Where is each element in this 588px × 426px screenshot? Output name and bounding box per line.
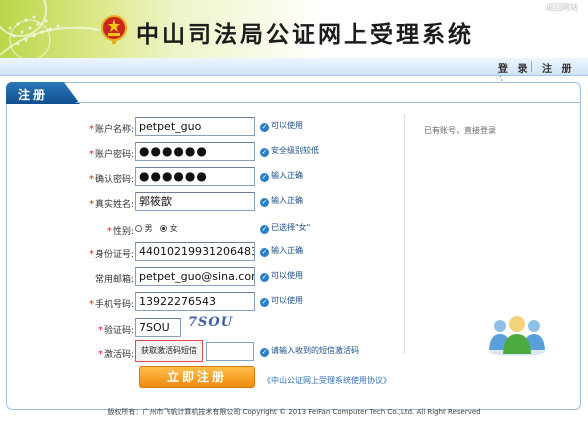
- email-hint: ✓ 可以使用: [260, 271, 303, 282]
- check-icon: ✓: [260, 273, 269, 282]
- account-hint: ✓ 可以使用: [260, 121, 303, 132]
- id-number-input[interactable]: 440102199312064836: [135, 242, 255, 261]
- password-label: *账户密码:: [88, 149, 134, 160]
- confirm-password-hint: ✓ 输入正确: [260, 171, 303, 182]
- form-row-id-number: *身份证号: 440102199312064836 ✓ 输入正确: [0, 242, 588, 264]
- users-icon: [489, 316, 545, 356]
- sms-code-hint: ✓ 请输入收到的短信激活码: [260, 346, 359, 357]
- gender-female-label: 女: [169, 224, 178, 233]
- return-site-link[interactable]: 返回网站: [546, 2, 578, 13]
- check-icon: ✓: [260, 198, 269, 207]
- form-row-mobile: *手机号码: 13922276543 ✓ 可以使用: [0, 292, 588, 314]
- form-row-account: *账户名称: petpet_guo ✓ 可以使用: [0, 117, 588, 139]
- form-row-gender: *性别: 男 女 ✓ 已选择"女": [0, 219, 588, 241]
- form-row-real-name: *真实姓名: 郭筱歆 ✓ 输入正确: [0, 192, 588, 214]
- panel-header-line: [76, 102, 581, 103]
- mobile-label: *手机号码:: [88, 299, 134, 310]
- id-number-label: *身份证号:: [88, 249, 134, 260]
- captcha-label: *验证码:: [97, 325, 134, 336]
- nav-register-tab[interactable]: 注 册: [542, 60, 574, 75]
- gender-female-radio[interactable]: [160, 225, 168, 232]
- captcha-input[interactable]: 7SOU: [135, 318, 181, 337]
- mobile-hint: ✓ 可以使用: [260, 296, 303, 307]
- footer-copyright: 版权所有：广州市飞帆计算机技术有限公司 Copyright © 2013 Fei…: [107, 408, 481, 416]
- email-label: 常用邮箱:: [94, 275, 134, 285]
- check-icon: ✓: [260, 123, 269, 132]
- panel-title: 注册: [18, 88, 49, 102]
- check-icon: ✓: [260, 173, 269, 182]
- national-emblem-icon: [101, 15, 127, 44]
- gender-male-radio[interactable]: [135, 225, 142, 232]
- check-icon: ✓: [260, 225, 269, 234]
- id-number-hint: ✓ 输入正确: [260, 246, 303, 257]
- mobile-input[interactable]: 13922276543: [135, 292, 255, 311]
- account-label: *账户名称:: [88, 124, 134, 135]
- check-icon: ✓: [260, 248, 269, 257]
- email-input[interactable]: petpet_guo@sina.com: [135, 267, 255, 286]
- check-icon: ✓: [260, 348, 269, 357]
- register-submit-button[interactable]: 立即注册: [139, 366, 255, 388]
- get-sms-code-button[interactable]: 获取激活码短信: [135, 340, 203, 362]
- gender-hint: ✓ 已选择"女": [260, 223, 311, 234]
- password-input[interactable]: ●●●●●●: [135, 142, 255, 161]
- real-name-label: *真实姓名:: [88, 199, 134, 210]
- form-row-password: *账户密码: ●●●●●● ✓ 安全级别较低: [0, 142, 588, 164]
- account-name-input[interactable]: petpet_guo: [135, 117, 255, 136]
- gender-label: *性别:: [106, 226, 134, 237]
- form-row-confirm-password: *确认密码: ●●●●●● ✓ 输入正确: [0, 167, 588, 189]
- confirm-password-input[interactable]: ●●●●●●: [135, 167, 255, 186]
- nav-separator: [531, 61, 532, 72]
- sms-code-input[interactable]: [206, 342, 254, 361]
- sms-code-label: *激活码:: [97, 349, 134, 360]
- real-name-input[interactable]: 郭筱歆: [135, 192, 255, 211]
- page-title: 中山司法局公证网上受理系统: [136, 22, 474, 48]
- header-banner: 返回网站 中山司法局公证网上受理系统: [0, 0, 588, 62]
- form-row-email: 常用邮箱: petpet_guo@sina.com ✓ 可以使用: [0, 267, 588, 289]
- check-icon: ✓: [260, 148, 269, 157]
- password-hint: ✓ 安全级别较低: [260, 146, 319, 157]
- confirm-password-label: *确认密码:: [88, 174, 134, 185]
- decorative-swirl: [0, 0, 101, 61]
- gender-male-label: 男: [144, 224, 153, 233]
- check-icon: ✓: [260, 298, 269, 307]
- real-name-hint: ✓ 输入正确: [260, 196, 303, 207]
- gender-radio-group: 男 女: [135, 223, 178, 234]
- agreement-link[interactable]: 《中山公证网上受理系统使用协议》: [263, 375, 391, 386]
- captcha-image[interactable]: 7SOU: [188, 315, 232, 333]
